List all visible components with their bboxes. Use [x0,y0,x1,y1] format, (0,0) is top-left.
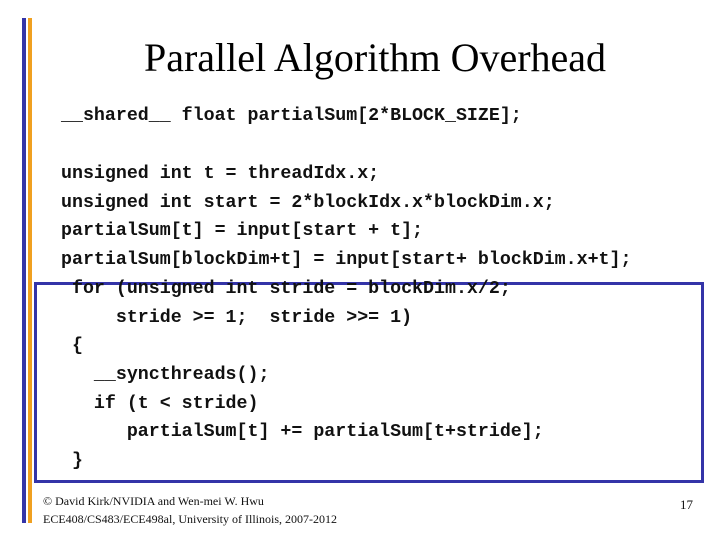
code-line-thread-index: unsigned int t = threadIdx.x; [61,164,380,184]
code-line-if: if (t < stride) [61,394,259,414]
code-line-shared-decl: __shared__ float partialSum[2*BLOCK_SIZE… [61,106,522,126]
page-number: 17 [680,497,693,512]
accent-bar-blue [22,18,26,523]
code-line-for-loop: for (unsigned int stride = blockDim.x/2; [61,279,511,299]
footer: © David Kirk/NVIDIA and Wen-mei W. Hwu E… [43,492,337,528]
code-line-open-brace: { [61,336,83,356]
code-line-loop-condition: stride >= 1; stride >>= 1) [61,308,413,328]
footer-copyright: © David Kirk/NVIDIA and Wen-mei W. Hwu [43,494,264,508]
accent-bar-orange [28,18,32,523]
code-line-syncthreads: __syncthreads(); [61,365,270,385]
code-line-close-brace: } [61,451,83,471]
footer-course: ECE408/CS483/ECE498al, University of Ill… [43,512,337,526]
code-line-load-first: partialSum[t] = input[start + t]; [61,221,424,241]
code-line-load-second: partialSum[blockDim+t] = input[start+ bl… [61,250,632,270]
code-line-start: unsigned int start = 2*blockIdx.x*blockD… [61,193,555,213]
code-line-accumulate: partialSum[t] += partialSum[t+stride]; [61,422,544,442]
slide-title: Parallel Algorithm Overhead [143,35,607,80]
